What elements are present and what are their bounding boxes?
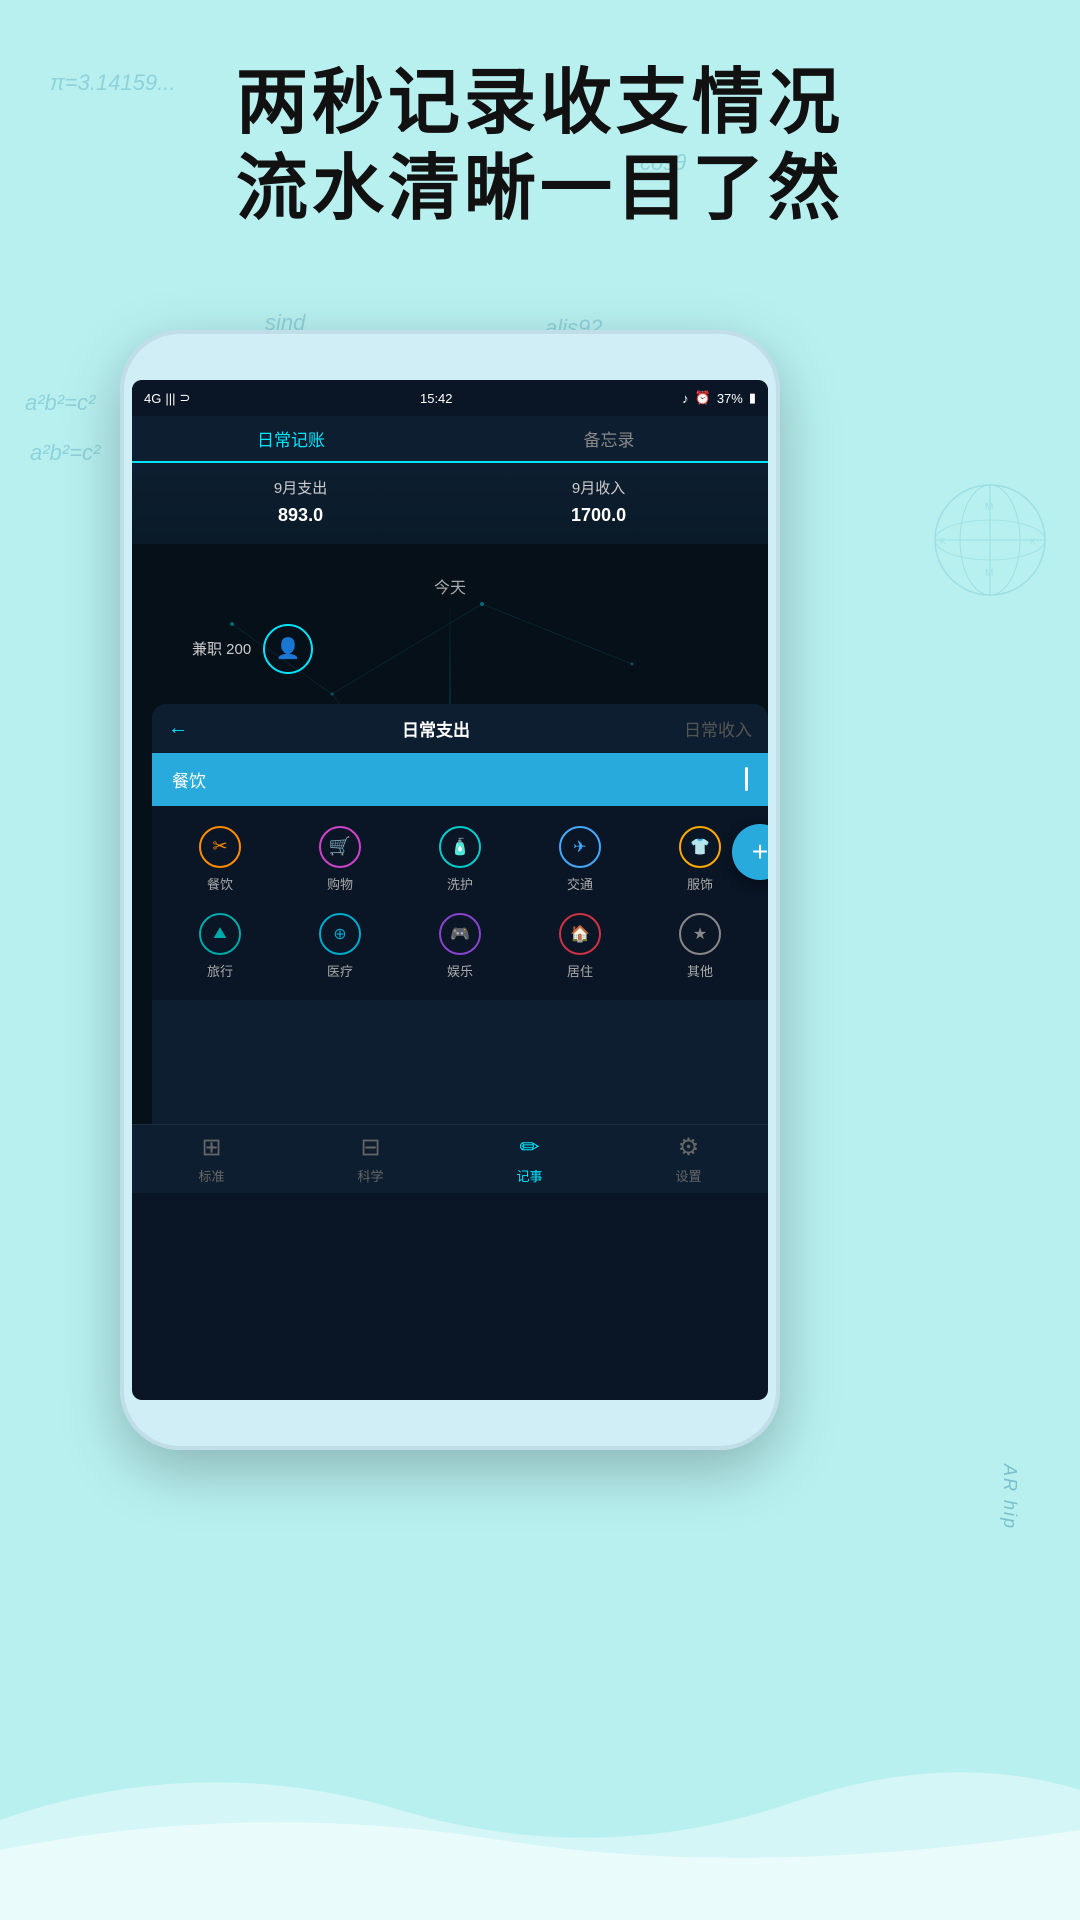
cat-label-entertainment: 娱乐 bbox=[447, 961, 473, 980]
status-right: ♪ ⏰ 37% ▮ bbox=[682, 390, 756, 406]
trans-icon-parttime: 👤 bbox=[263, 624, 313, 674]
cat-label-housing: 居住 bbox=[567, 961, 593, 980]
nav-notes[interactable]: ✏ 记事 bbox=[450, 1133, 609, 1185]
nav-standard[interactable]: ⊞ 标准 bbox=[132, 1133, 291, 1185]
cat-label-transport: 交通 bbox=[567, 874, 593, 893]
nav-settings[interactable]: ⚙ 设置 bbox=[609, 1133, 768, 1185]
nav-science[interactable]: ⊟ 科学 bbox=[291, 1133, 450, 1185]
globe-sketch: M M K K bbox=[930, 480, 1050, 600]
top-heading: 两秒记录收支情况 流水清晰一目了然 bbox=[0, 60, 1080, 233]
bg-math-3: a²b²=c² bbox=[25, 390, 95, 416]
settings-label: 设置 bbox=[675, 1166, 701, 1185]
cat-icon-entertainment: 🎮 bbox=[439, 913, 481, 955]
popup-title-expense[interactable]: 日常支出 bbox=[204, 716, 668, 741]
bottom-wave bbox=[0, 1740, 1080, 1920]
popup-title-income[interactable]: 日常收入 bbox=[684, 716, 752, 741]
svg-text:K: K bbox=[1030, 537, 1036, 546]
main-content: 今天 兼职 200 👤 🧴 洗护 108 ✈ bbox=[132, 544, 768, 1124]
svg-text:M: M bbox=[985, 568, 993, 579]
popup-overlay: ← 日常支出 日常收入 餐饮 ✂ bbox=[132, 704, 768, 1124]
cat-shopping[interactable]: 🛒 购物 bbox=[280, 816, 400, 903]
cat-icon-transport: ✈ bbox=[559, 826, 601, 868]
trans-label-parttime: 兼职 200 bbox=[192, 638, 251, 659]
cat-label-medical: 医疗 bbox=[327, 961, 353, 980]
cat-dining[interactable]: ✂ 餐饮 bbox=[160, 816, 280, 903]
wifi-icon: ⊃ bbox=[179, 390, 190, 406]
tab-memo[interactable]: 备忘录 bbox=[450, 416, 768, 461]
selected-category-label: 餐饮 bbox=[172, 767, 206, 792]
stat-expense: 9月支出 893.0 bbox=[274, 477, 327, 530]
phone-screen: 4G ||| ⊃ 15:42 ♪ ⏰ 37% ▮ 日常记账 备忘录 bbox=[132, 380, 768, 1400]
heading-line2: 流水清晰一目了然 bbox=[0, 146, 1080, 232]
headphone-icon: ♪ bbox=[682, 391, 689, 406]
cat-label-clothing: 服饰 bbox=[687, 874, 713, 893]
cat-label-shopping: 购物 bbox=[327, 874, 353, 893]
cat-wash[interactable]: 🧴 洗护 bbox=[400, 816, 520, 903]
today-label: 今天 bbox=[434, 574, 466, 598]
cat-other[interactable]: ★ 其他 bbox=[640, 903, 760, 990]
popup-header: ← 日常支出 日常收入 bbox=[152, 704, 768, 753]
cat-label-wash: 洗护 bbox=[447, 874, 473, 893]
cat-icon-clothing: 👕 bbox=[679, 826, 721, 868]
notes-label: 记事 bbox=[516, 1166, 542, 1185]
cat-travel[interactable]: ⛰ 旅行 bbox=[160, 903, 280, 990]
status-left: 4G ||| ⊃ bbox=[144, 390, 190, 406]
cat-icon-housing: 🏠 bbox=[559, 913, 601, 955]
cat-icon-travel: ⛰ bbox=[199, 913, 241, 955]
cat-icon-medical: ⊕ bbox=[319, 913, 361, 955]
tab-bar: 日常记账 备忘录 bbox=[132, 416, 768, 463]
battery-icon: ▮ bbox=[749, 390, 756, 406]
battery-text: 37% bbox=[717, 391, 743, 406]
science-icon: ⊟ bbox=[360, 1133, 380, 1162]
cat-housing[interactable]: 🏠 居住 bbox=[520, 903, 640, 990]
cat-icon-other: ★ bbox=[679, 913, 721, 955]
selected-bar-line bbox=[745, 767, 748, 791]
stat-income: 9月收入 1700.0 bbox=[571, 477, 626, 530]
popup-back-button[interactable]: ← bbox=[168, 717, 188, 740]
science-label: 科学 bbox=[357, 1166, 383, 1185]
svg-text:K: K bbox=[940, 537, 946, 546]
status-time: 15:42 bbox=[420, 391, 453, 406]
phone-frame: 4G ||| ⊃ 15:42 ♪ ⏰ 37% ▮ 日常记账 备忘录 bbox=[120, 330, 780, 1450]
category-grid: ✂ 餐饮 🛒 购物 🧴 bbox=[152, 806, 768, 1000]
status-bar: 4G ||| ⊃ 15:42 ♪ ⏰ 37% ▮ bbox=[132, 380, 768, 416]
cat-icon-wash: 🧴 bbox=[439, 826, 481, 868]
svg-text:M: M bbox=[985, 502, 993, 513]
stats-row: 9月支出 893.0 9月收入 1700.0 bbox=[132, 463, 768, 544]
bg-math-5: a²b²=c² bbox=[30, 440, 100, 466]
tab-daily-ledger[interactable]: 日常记账 bbox=[132, 416, 450, 461]
signal-icon: 4G bbox=[144, 391, 161, 406]
cat-entertainment[interactable]: 🎮 娱乐 bbox=[400, 903, 520, 990]
cat-label-travel: 旅行 bbox=[207, 961, 233, 980]
bottom-nav: ⊞ 标准 ⊟ 科学 ✏ 记事 ⚙ 设置 bbox=[132, 1124, 768, 1193]
standard-icon: ⊞ bbox=[201, 1133, 221, 1162]
heading-line1: 两秒记录收支情况 bbox=[0, 60, 1080, 146]
standard-label: 标准 bbox=[198, 1166, 224, 1185]
notes-icon: ✏ bbox=[519, 1133, 539, 1162]
cat-label-other: 其他 bbox=[687, 961, 713, 980]
cat-icon-shopping: 🛒 bbox=[319, 826, 361, 868]
popup-panel: ← 日常支出 日常收入 餐饮 ✂ bbox=[152, 704, 768, 1124]
cat-transport[interactable]: ✈ 交通 bbox=[520, 816, 640, 903]
ar-hip-label: AR hip bbox=[999, 1464, 1020, 1530]
cat-icon-dining: ✂ bbox=[199, 826, 241, 868]
alarm-icon: ⏰ bbox=[695, 390, 711, 406]
signal-bars: ||| bbox=[165, 391, 175, 406]
cat-medical[interactable]: ⊕ 医疗 bbox=[280, 903, 400, 990]
cat-label-dining: 餐饮 bbox=[207, 874, 233, 893]
transaction-part-time[interactable]: 兼职 200 👤 bbox=[192, 624, 313, 674]
selected-category-bar: 餐饮 bbox=[152, 753, 768, 806]
settings-icon: ⚙ bbox=[678, 1133, 700, 1162]
